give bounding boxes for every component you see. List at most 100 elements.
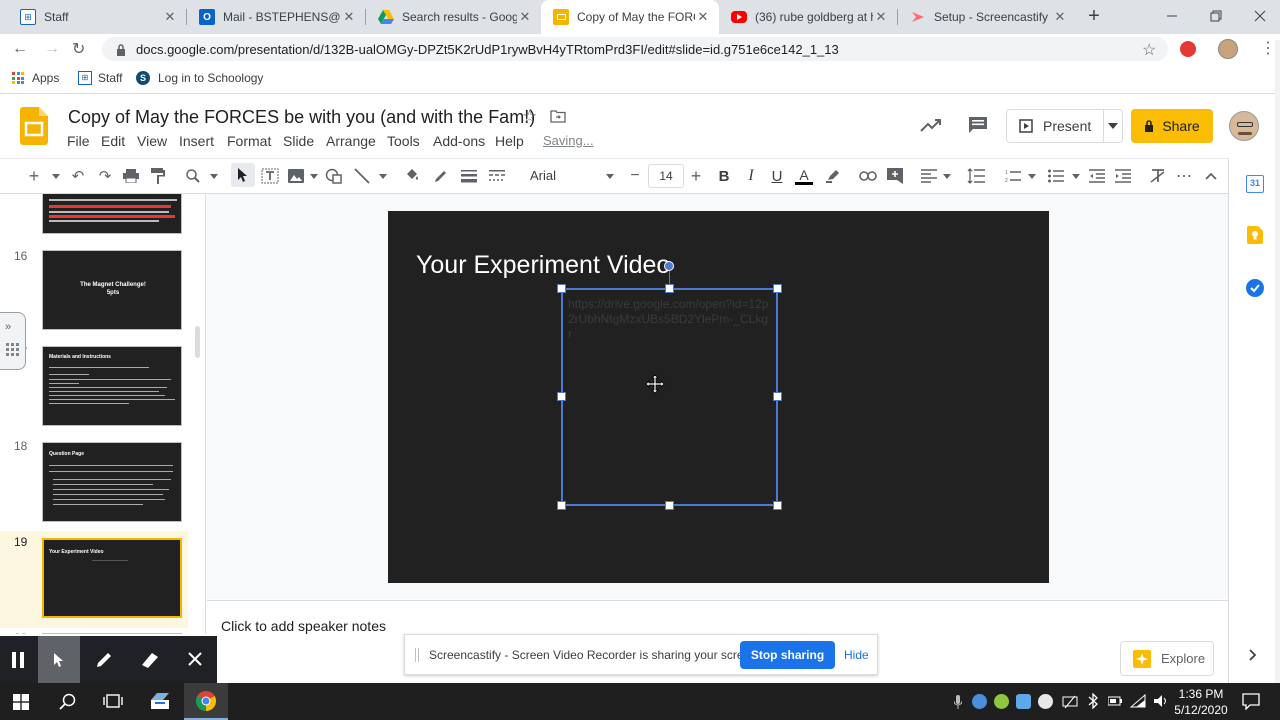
selected-text-box[interactable]: https://drive.google.com/open?id=12p2rUb… (561, 288, 778, 506)
resize-handle-bottom[interactable] (665, 501, 674, 510)
speaker-notes[interactable]: Click to add speaker notes (207, 600, 1228, 634)
slides-logo-icon[interactable] (20, 107, 48, 145)
back-arrow-icon[interactable]: ← (12, 40, 30, 58)
align-dropdown-icon[interactable] (937, 166, 957, 186)
expand-panel-icon[interactable] (1249, 649, 1261, 661)
resize-handle-left[interactable] (557, 392, 566, 401)
star-icon[interactable]: ☆ (522, 107, 537, 127)
tray-app-icon-3[interactable] (1016, 694, 1031, 709)
stop-sharing-button[interactable]: Stop sharing (740, 641, 835, 669)
present-dropdown-icon[interactable] (1108, 123, 1118, 129)
tray-app-icon-1[interactable] (972, 694, 987, 709)
italic-icon[interactable]: I (741, 166, 761, 186)
resize-handle-right[interactable] (773, 392, 782, 401)
slide-thumbnail[interactable]: The Magnet Challenge! 5pts (42, 250, 182, 330)
share-button[interactable]: Share (1131, 109, 1213, 143)
zoom-dropdown-icon[interactable] (204, 166, 224, 186)
slide-thumbnail[interactable]: Question Page (42, 442, 182, 522)
tasks-icon[interactable] (1246, 279, 1264, 297)
numbered-list-icon[interactable]: 12 (1003, 166, 1023, 186)
more-options-icon[interactable]: ⋯ (1174, 166, 1194, 186)
resize-handle-bottom-right[interactable] (773, 501, 782, 510)
tab-close-icon[interactable]: ✕ (162, 9, 178, 25)
collapse-toolbar-icon[interactable] (1201, 166, 1221, 186)
network-disconnected-icon[interactable] (1062, 694, 1078, 710)
link-icon[interactable] (858, 166, 878, 186)
hide-button[interactable]: Hide (844, 648, 869, 662)
tray-app-icon-2[interactable] (994, 694, 1009, 709)
add-comment-icon[interactable] (885, 166, 905, 186)
tab-close-icon[interactable]: ✕ (695, 9, 711, 25)
window-close-icon[interactable] (1252, 8, 1268, 24)
save-status[interactable]: Saving... (543, 133, 594, 148)
bluetooth-icon[interactable] (1088, 693, 1098, 709)
activity-trend-icon[interactable] (920, 117, 942, 133)
keep-icon[interactable] (1247, 226, 1263, 244)
screencastify-drawer-handle[interactable]: » (0, 312, 26, 370)
tab-close-icon[interactable]: ✕ (1052, 9, 1068, 25)
page-scrollbar[interactable] (1275, 40, 1280, 683)
rotate-handle[interactable] (664, 261, 674, 271)
bookmark-star-icon[interactable]: ☆ (1142, 40, 1160, 59)
pause-icon[interactable] (11, 652, 25, 668)
undo-icon[interactable]: ↶ (68, 166, 88, 186)
reload-icon[interactable]: ↻ (72, 39, 90, 58)
text-box-icon[interactable] (260, 166, 280, 186)
numbered-list-dropdown-icon[interactable] (1022, 166, 1042, 186)
windows-start-icon[interactable] (13, 694, 29, 710)
bookmark-apps[interactable]: Apps (12, 71, 59, 85)
move-folder-icon[interactable] (550, 109, 566, 123)
redo-icon[interactable]: ↷ (95, 166, 115, 186)
underline-icon[interactable]: U (767, 166, 787, 186)
border-weight-icon[interactable] (459, 166, 479, 186)
resize-handle-bottom-left[interactable] (557, 501, 566, 510)
cursor-tool-button[interactable] (38, 636, 80, 683)
tray-app-icon-4[interactable] (1038, 694, 1053, 709)
align-icon[interactable] (919, 166, 939, 186)
volume-icon[interactable] (1154, 694, 1170, 708)
bold-icon[interactable]: B (714, 166, 734, 186)
link-text[interactable]: https://drive.google.com/open?id=12p2rUb… (568, 297, 772, 342)
address-bar[interactable]: docs.google.com/presentation/d/132B-ualO… (102, 37, 1168, 61)
menu-slide[interactable]: Slide (283, 133, 314, 149)
menu-edit[interactable]: Edit (101, 133, 125, 149)
paint-format-icon[interactable] (148, 166, 168, 186)
screencastify-extension-icon[interactable] (1180, 41, 1196, 57)
menu-tools[interactable]: Tools (387, 133, 420, 149)
slide-thumbnail-selected[interactable]: Your Experiment Video (42, 538, 182, 618)
menu-format[interactable]: Format (227, 133, 271, 149)
font-family-select[interactable]: Arial (530, 166, 616, 186)
resize-handle-top-right[interactable] (773, 284, 782, 293)
pen-icon[interactable] (95, 651, 113, 669)
line-spacing-icon[interactable] (966, 166, 986, 186)
browser-menu-icon[interactable]: ⋮ (1260, 40, 1276, 58)
select-tool-icon[interactable] (231, 163, 255, 187)
file-explorer-icon[interactable] (149, 692, 171, 710)
shape-icon[interactable] (324, 166, 344, 186)
font-size-increase-button[interactable]: + (686, 166, 706, 186)
slide-thumbnail[interactable]: Materials and Instructions (42, 346, 182, 426)
tab-close-icon[interactable]: ✕ (341, 9, 357, 25)
new-tab-button[interactable]: + (1084, 6, 1104, 26)
present-button[interactable]: Present (1006, 109, 1123, 143)
text-color-icon[interactable]: A (794, 166, 814, 186)
menu-file[interactable]: File (67, 133, 90, 149)
border-dash-icon[interactable] (487, 166, 507, 186)
calendar-icon[interactable]: 31 (1246, 175, 1264, 193)
eraser-icon[interactable] (140, 651, 160, 669)
minimize-icon[interactable] (1164, 8, 1180, 24)
highlight-icon[interactable] (823, 166, 843, 186)
increase-indent-icon[interactable] (1113, 166, 1133, 186)
profile-avatar[interactable] (1218, 39, 1238, 59)
menu-insert[interactable]: Insert (179, 133, 214, 149)
chrome-taskbar-button[interactable] (184, 683, 228, 720)
line-dropdown-icon[interactable] (373, 166, 393, 186)
forward-arrow-icon[interactable]: → (44, 40, 62, 58)
user-avatar[interactable] (1229, 111, 1259, 141)
browser-tab-search[interactable]: Search results - Google ✕ (366, 0, 541, 34)
new-slide-icon[interactable]: + (24, 166, 44, 186)
browser-tab-mail[interactable]: O Mail - BSTEPHENS@ma ✕ (187, 0, 365, 34)
new-slide-dropdown-icon[interactable] (46, 166, 66, 186)
decrease-indent-icon[interactable] (1087, 166, 1107, 186)
tab-close-icon[interactable]: ✕ (517, 9, 533, 25)
